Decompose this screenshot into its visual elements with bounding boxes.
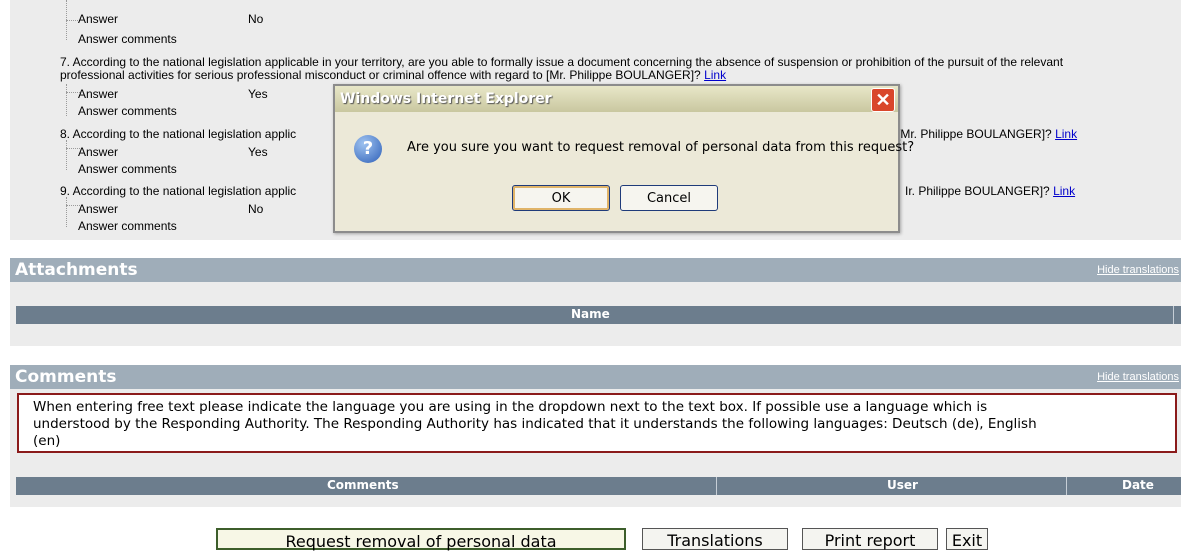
question-icon: ? <box>354 135 382 163</box>
question-7-link[interactable]: Link <box>704 68 726 82</box>
question-8-text-cont: [Mr. Philippe BOULANGER]? <box>897 127 1052 141</box>
column-header-comments[interactable]: Comments <box>327 478 399 492</box>
print-report-button[interactable]: Print report <box>802 528 938 550</box>
answer-comments-label: Answer comments <box>78 219 177 233</box>
language-notice: When entering free text please indicate … <box>17 393 1177 453</box>
tree-line <box>66 84 67 116</box>
column-header-name[interactable]: Name <box>571 307 610 321</box>
attachments-table-header: Name <box>16 306 1181 324</box>
attachments-title: Attachments <box>15 260 138 280</box>
answer-label: Answer <box>78 145 119 159</box>
ok-button[interactable]: OK <box>512 185 610 211</box>
attachments-header: Attachments Hide translations <box>10 258 1181 282</box>
confirm-dialog: Windows Internet Explorer ✕ ? Are you su… <box>333 84 914 233</box>
answer-value: No <box>248 202 264 216</box>
notice-line: (en) <box>33 433 61 449</box>
dialog-message: Are you sure you want to request removal… <box>407 140 915 155</box>
notice-line: When entering free text please indicate … <box>33 399 988 415</box>
column-divider <box>1066 477 1067 495</box>
exit-button[interactable]: Exit <box>946 528 988 550</box>
answer-label: Answer <box>78 87 119 101</box>
answer-value: No <box>248 12 264 26</box>
dialog-title-bar[interactable]: Windows Internet Explorer ✕ <box>335 86 898 112</box>
tree-line <box>66 197 67 227</box>
question-9-text: 9. According to the national legislation… <box>60 184 297 198</box>
attachments-hide-translations-link[interactable]: Hide translations <box>1097 264 1179 276</box>
answer-comments-label: Answer comments <box>78 104 177 118</box>
column-header-date[interactable]: Date <box>1122 478 1154 492</box>
comments-header: Comments Hide translations <box>10 365 1181 389</box>
question-7-text: 7. According to the national legislation… <box>60 55 1064 69</box>
column-divider <box>716 477 717 495</box>
close-icon[interactable]: ✕ <box>871 88 895 112</box>
cancel-button[interactable]: Cancel <box>620 185 718 211</box>
dialog-title: Windows Internet Explorer <box>340 91 552 107</box>
comments-table-header: Comments User Date <box>16 477 1181 495</box>
answer-value: Yes <box>248 87 268 101</box>
column-divider <box>1173 306 1174 324</box>
column-header-user[interactable]: User <box>887 478 918 492</box>
answer-label: Answer <box>78 12 119 26</box>
question-7-text-cont: professional activities for serious prof… <box>60 68 701 82</box>
answer-value: Yes <box>248 145 268 159</box>
tree-line <box>66 140 67 170</box>
answer-comments-label: Answer comments <box>78 32 177 46</box>
answer-comments-label: Answer comments <box>78 162 177 176</box>
question-8-link[interactable]: Link <box>1055 127 1077 141</box>
comments-hide-translations-link[interactable]: Hide translations <box>1097 371 1179 383</box>
question-8-text: 8. According to the national legislation… <box>60 127 297 141</box>
notice-line: understood by the Responding Authority. … <box>33 416 1037 432</box>
answer-label: Answer <box>78 202 119 216</box>
request-removal-button[interactable]: Request removal of personal data <box>216 528 626 551</box>
translations-button[interactable]: Translations <box>642 528 788 550</box>
question-9-link[interactable]: Link <box>1053 184 1075 198</box>
comments-title: Comments <box>15 367 117 387</box>
question-9-text-cont: Ir. Philippe BOULANGER]? <box>905 184 1050 198</box>
